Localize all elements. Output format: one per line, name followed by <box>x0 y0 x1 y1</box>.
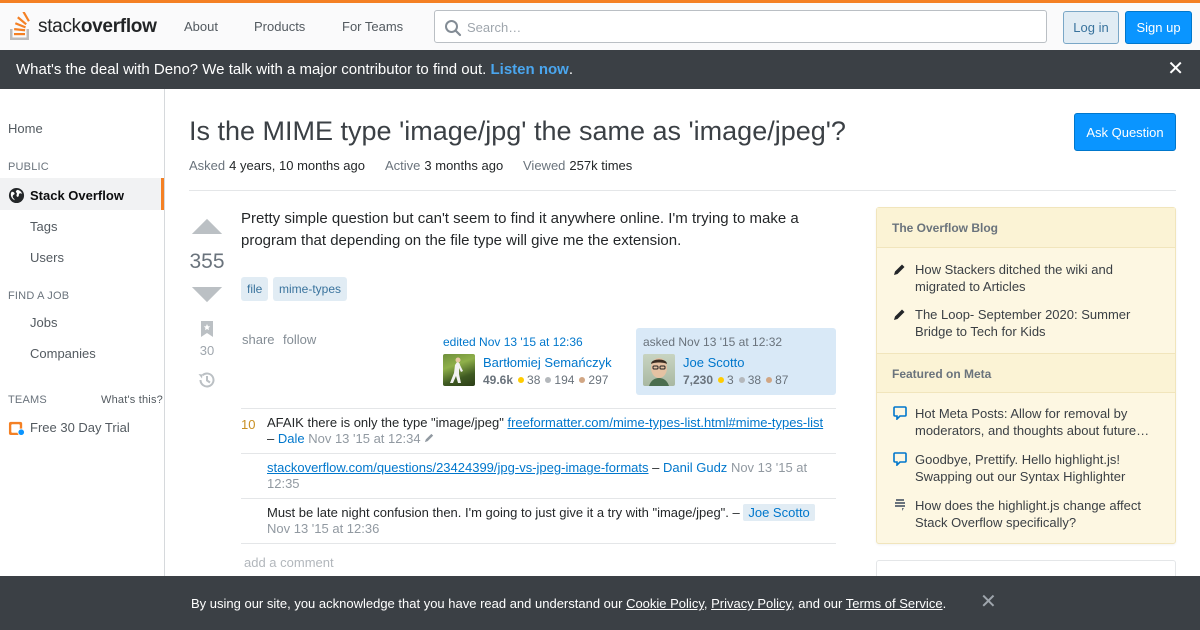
vote-count: 355 <box>189 250 225 273</box>
stack-overflow-logo-icon <box>10 12 30 40</box>
promo-text: What's the deal with Deno? We talk with … <box>16 61 574 78</box>
close-icon[interactable]: ✕ <box>980 592 997 612</box>
sidebar-item-home[interactable]: Home <box>8 121 43 136</box>
comment-time[interactable]: Nov 13 '15 at 12:34 <box>308 431 420 446</box>
question-title[interactable]: Is the MIME type 'image/jpg' the same as… <box>189 116 846 147</box>
asker-avatar-icon <box>649 358 669 386</box>
sidebar-heading-find-a-job: FIND A JOB <box>8 290 70 302</box>
asker-reputation: 7,230 3 38 87 <box>683 373 789 387</box>
gold-badge-icon <box>718 377 725 384</box>
cookie-policy-link[interactable]: Cookie Policy <box>626 596 704 611</box>
sidebar-heading-public: PUBLIC <box>8 161 49 173</box>
search-input[interactable] <box>467 17 1027 37</box>
search-icon <box>445 20 462 37</box>
whats-this-link[interactable]: What's this? <box>101 394 163 406</box>
sidebar-item-stack-overflow[interactable]: Stack Overflow <box>8 187 124 204</box>
comment: 10 AFAIK there is only the type "image/j… <box>241 408 836 453</box>
avatar[interactable] <box>643 354 675 386</box>
pencil-icon <box>894 309 905 320</box>
speech-bubble-icon <box>893 406 907 420</box>
logo-text: stackoverflow <box>38 16 157 37</box>
bookmark-count: 30 <box>199 343 215 358</box>
bookmark-icon[interactable] <box>200 320 214 338</box>
viewed-meta: Viewed 257k times <box>523 158 633 173</box>
meta-post-link[interactable]: Goodbye, Prettify. Hello highlight.js! S… <box>915 451 1165 485</box>
question-body: Pretty simple question but can't seem to… <box>241 210 799 249</box>
nav-about[interactable]: About <box>184 19 218 34</box>
tag-mime-types[interactable]: mime-types <box>273 277 348 301</box>
overflow-blog-widget: The Overflow Blog How Stackers ditched t… <box>876 207 1176 544</box>
silver-badge-icon <box>738 377 745 384</box>
history-icon[interactable] <box>197 370 217 390</box>
pencil-icon <box>425 433 434 443</box>
privacy-policy-link[interactable]: Privacy Policy <box>711 596 791 611</box>
asked-time: asked Nov 13 '15 at 12:32 <box>643 335 783 349</box>
comment-time[interactable]: Nov 13 '15 at 12:36 <box>267 521 379 536</box>
edited-link[interactable]: edited Nov 13 '15 at 12:36 <box>443 335 583 349</box>
nav-products[interactable]: Products <box>254 19 305 34</box>
log-in-button[interactable]: Log in <box>1063 11 1119 44</box>
editor-name[interactable]: Bartłomiej Semańczyk <box>483 355 612 370</box>
briefcase-icon <box>8 421 25 436</box>
pencil-icon <box>894 264 905 275</box>
comment-user[interactable]: Danil Gudz <box>663 460 727 475</box>
sidebar-item-jobs[interactable]: Jobs <box>30 315 57 330</box>
meta-post-link[interactable]: Hot Meta Posts: Allow for removal by mod… <box>915 405 1165 439</box>
comment: Must be late night confusion then. I'm g… <box>241 498 836 544</box>
sidebar-item-companies[interactable]: Companies <box>30 346 96 361</box>
ask-question-button[interactable]: Ask Question <box>1074 113 1176 151</box>
blog-heading: The Overflow Blog <box>877 208 1175 248</box>
add-comment-link[interactable]: add a comment <box>244 555 334 570</box>
stack-exchange-icon <box>895 499 905 511</box>
divider <box>189 190 1176 191</box>
comment-link[interactable]: stackoverflow.com/questions/23424399/jpg… <box>267 460 649 475</box>
comment-text: stackoverflow.com/questions/23424399/jpg… <box>267 460 808 491</box>
cookie-text: By using our site, you acknowledge that … <box>191 596 947 611</box>
comment-score: 10 <box>241 417 256 432</box>
listen-now-link[interactable]: Listen now <box>491 61 569 78</box>
promo-banner: What's the deal with Deno? We talk with … <box>0 50 1200 89</box>
sidebar-item-users[interactable]: Users <box>30 250 64 265</box>
bronze-badge-icon <box>579 377 586 384</box>
globe-icon <box>8 187 25 204</box>
logo[interactable]: stackoverflow <box>8 11 157 43</box>
avatar[interactable] <box>443 354 475 386</box>
sidebar-item-free-trial[interactable]: Free 30 Day Trial <box>8 419 130 436</box>
comment: stackoverflow.com/questions/23424399/jpg… <box>241 453 836 498</box>
silver-badge-icon <box>545 377 552 384</box>
gold-badge-icon <box>518 377 525 384</box>
follow-link[interactable]: follow <box>283 332 316 347</box>
meta-heading: Featured on Meta <box>877 353 1175 393</box>
downvote-icon[interactable] <box>190 287 224 304</box>
share-link[interactable]: share <box>242 332 275 347</box>
upvote-icon[interactable] <box>190 217 224 234</box>
sign-up-button[interactable]: Sign up <box>1125 11 1192 44</box>
editor-signature: edited Nov 13 '15 at 12:36 Bartłomiej Se… <box>436 328 626 395</box>
sidebar-heading-teams: TEAMS <box>8 394 47 406</box>
comment-link[interactable]: freeformatter.com/mime-types-list.html#m… <box>507 415 823 430</box>
asker-name[interactable]: Joe Scotto <box>683 355 744 370</box>
cookie-banner: By using our site, you acknowledge that … <box>0 576 1200 630</box>
asker-signature: asked Nov 13 '15 at 12:32 Joe Scotto 7,2… <box>636 328 836 395</box>
comment-user[interactable]: Joe Scotto <box>743 504 815 521</box>
tag-file[interactable]: file <box>241 277 269 301</box>
blog-post-link[interactable]: How Stackers ditched the wiki and migrat… <box>915 261 1165 295</box>
comment-text: Must be late night confusion then. I'm g… <box>267 504 827 537</box>
nav-for-teams[interactable]: For Teams <box>342 19 403 34</box>
active-meta: Active 3 months ago <box>385 158 504 173</box>
comment-text: AFAIK there is only the type "image/jpeg… <box>267 415 824 446</box>
editor-reputation: 49.6k 38 194 297 <box>483 373 609 387</box>
meta-post-link[interactable]: How does the highlight.js change affect … <box>915 497 1165 531</box>
bronze-badge-icon <box>766 377 773 384</box>
speech-bubble-icon <box>893 452 907 466</box>
search-box[interactable] <box>434 10 1047 43</box>
blog-post-link[interactable]: The Loop- September 2020: Summer Bridge … <box>915 306 1165 340</box>
close-icon[interactable]: ✕ <box>1167 59 1184 79</box>
top-bar: stackoverflow About Products For Teams L… <box>0 0 1200 50</box>
editor-avatar-icon <box>450 357 463 383</box>
comment-user[interactable]: Dale <box>278 431 305 446</box>
terms-of-service-link[interactable]: Terms of Service <box>846 596 943 611</box>
sidebar-item-tags[interactable]: Tags <box>30 219 57 234</box>
asked-meta: Asked 4 years, 10 months ago <box>189 158 365 173</box>
